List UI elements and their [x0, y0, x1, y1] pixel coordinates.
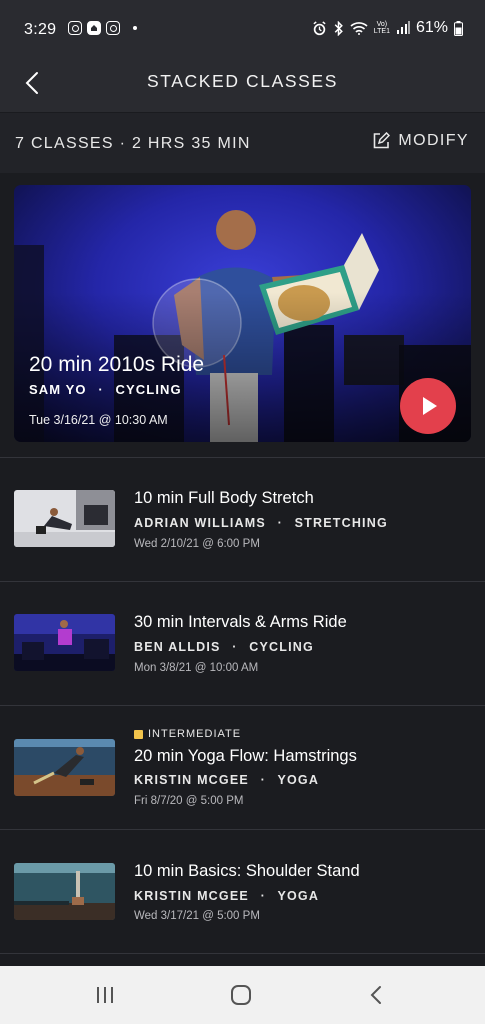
instagram-icon — [106, 21, 120, 35]
class-thumbnail — [14, 614, 115, 671]
summary-bar: 7 CLASSES · 2 HRS 35 MIN MODIFY — [0, 112, 485, 173]
class-date: Wed 3/17/21 @ 5:00 PM — [134, 910, 260, 922]
class-thumbnail — [14, 490, 115, 547]
app-header: STACKED CLASSES — [0, 58, 485, 112]
wifi-icon — [350, 22, 368, 35]
featured-category: CYCLING — [115, 382, 182, 397]
modify-button[interactable]: MODIFY — [372, 132, 469, 150]
class-meta: KRISTIN MCGEE · YOGA — [134, 889, 319, 903]
class-date: Mon 3/8/21 @ 10:00 AM — [134, 662, 259, 674]
home-app-icon — [87, 21, 101, 35]
status-time: 3:29 — [24, 21, 57, 38]
class-title: 20 min Yoga Flow: Hamstrings — [134, 747, 357, 765]
alarm-icon — [313, 20, 326, 35]
class-meta: KRISTIN MCGEE · YOGA — [134, 773, 319, 787]
class-category: CYCLING — [249, 640, 314, 654]
class-category: YOGA — [277, 889, 320, 903]
signal-icon — [396, 21, 410, 34]
network-type: Vo) LTE1 — [373, 21, 390, 35]
page-title: STACKED CLASSES — [147, 71, 338, 91]
class-date: Wed 2/10/21 @ 6:00 PM — [134, 538, 260, 550]
recent-apps-icon[interactable] — [92, 983, 118, 1007]
battery-percent: 61% — [415, 19, 448, 36]
class-instructor: KRISTIN MCGEE — [134, 889, 249, 903]
class-separator: · — [232, 640, 238, 654]
divider — [0, 953, 485, 954]
class-category: STRETCHING — [294, 516, 388, 530]
class-category: YOGA — [277, 773, 320, 787]
class-instructor: KRISTIN MCGEE — [134, 773, 249, 787]
nav-back-icon[interactable] — [364, 983, 390, 1007]
class-row[interactable]: 30 min Intervals & Arms Ride BEN ALLDIS … — [0, 582, 485, 706]
notification-icons — [68, 21, 137, 35]
class-date: Fri 8/7/20 @ 5:00 PM — [134, 795, 244, 807]
status-bar: 3:29 Vo) LTE1 61% — [0, 0, 485, 58]
home-icon[interactable] — [228, 983, 254, 1007]
class-separator: · — [260, 889, 266, 903]
class-thumbnail — [14, 739, 115, 796]
featured-separator: · — [98, 382, 104, 397]
class-separator: · — [277, 516, 283, 530]
class-row[interactable]: 10 min Basics: Shoulder Stand KRISTIN MC… — [0, 830, 485, 954]
class-instructor: BEN ALLDIS — [134, 640, 221, 654]
class-meta: BEN ALLDIS · CYCLING — [134, 640, 314, 654]
modify-label: MODIFY — [398, 132, 469, 149]
difficulty-label: INTERMEDIATE — [148, 728, 242, 740]
class-meta: ADRIAN WILLIAMS · STRETCHING — [134, 516, 388, 530]
difficulty-swatch — [134, 729, 143, 739]
stack-summary: 7 CLASSES · 2 HRS 35 MIN — [15, 135, 251, 152]
edit-icon — [374, 132, 391, 149]
featured-class-card[interactable]: 20 min 2010s Ride SAM YO · CYCLING Tue 3… — [14, 185, 471, 442]
class-separator: · — [260, 773, 266, 787]
class-row[interactable]: INTERMEDIATE 20 min Yoga Flow: Hamstring… — [0, 706, 485, 830]
play-button[interactable] — [400, 378, 456, 434]
class-instructor: ADRIAN WILLIAMS — [134, 516, 266, 530]
system-indicators: Vo) LTE1 61% — [312, 19, 463, 37]
class-thumbnail — [14, 863, 115, 920]
featured-meta: SAM YO · CYCLING — [29, 382, 182, 397]
instagram-icon — [68, 21, 82, 35]
class-title: 10 min Full Body Stretch — [134, 489, 314, 507]
class-title: 30 min Intervals & Arms Ride — [134, 613, 347, 631]
system-nav-bar — [0, 966, 485, 1024]
more-notifications-icon — [133, 26, 137, 30]
difficulty-badge: INTERMEDIATE — [134, 728, 241, 740]
class-title: 10 min Basics: Shoulder Stand — [134, 862, 360, 880]
featured-title: 20 min 2010s Ride — [29, 353, 205, 376]
featured-date: Tue 3/16/21 @ 10:30 AM — [29, 413, 168, 427]
featured-instructor: SAM YO — [29, 382, 87, 397]
bluetooth-icon — [334, 20, 343, 36]
battery-icon — [454, 20, 463, 36]
class-row[interactable]: 10 min Full Body Stretch ADRIAN WILLIAMS… — [0, 458, 485, 582]
